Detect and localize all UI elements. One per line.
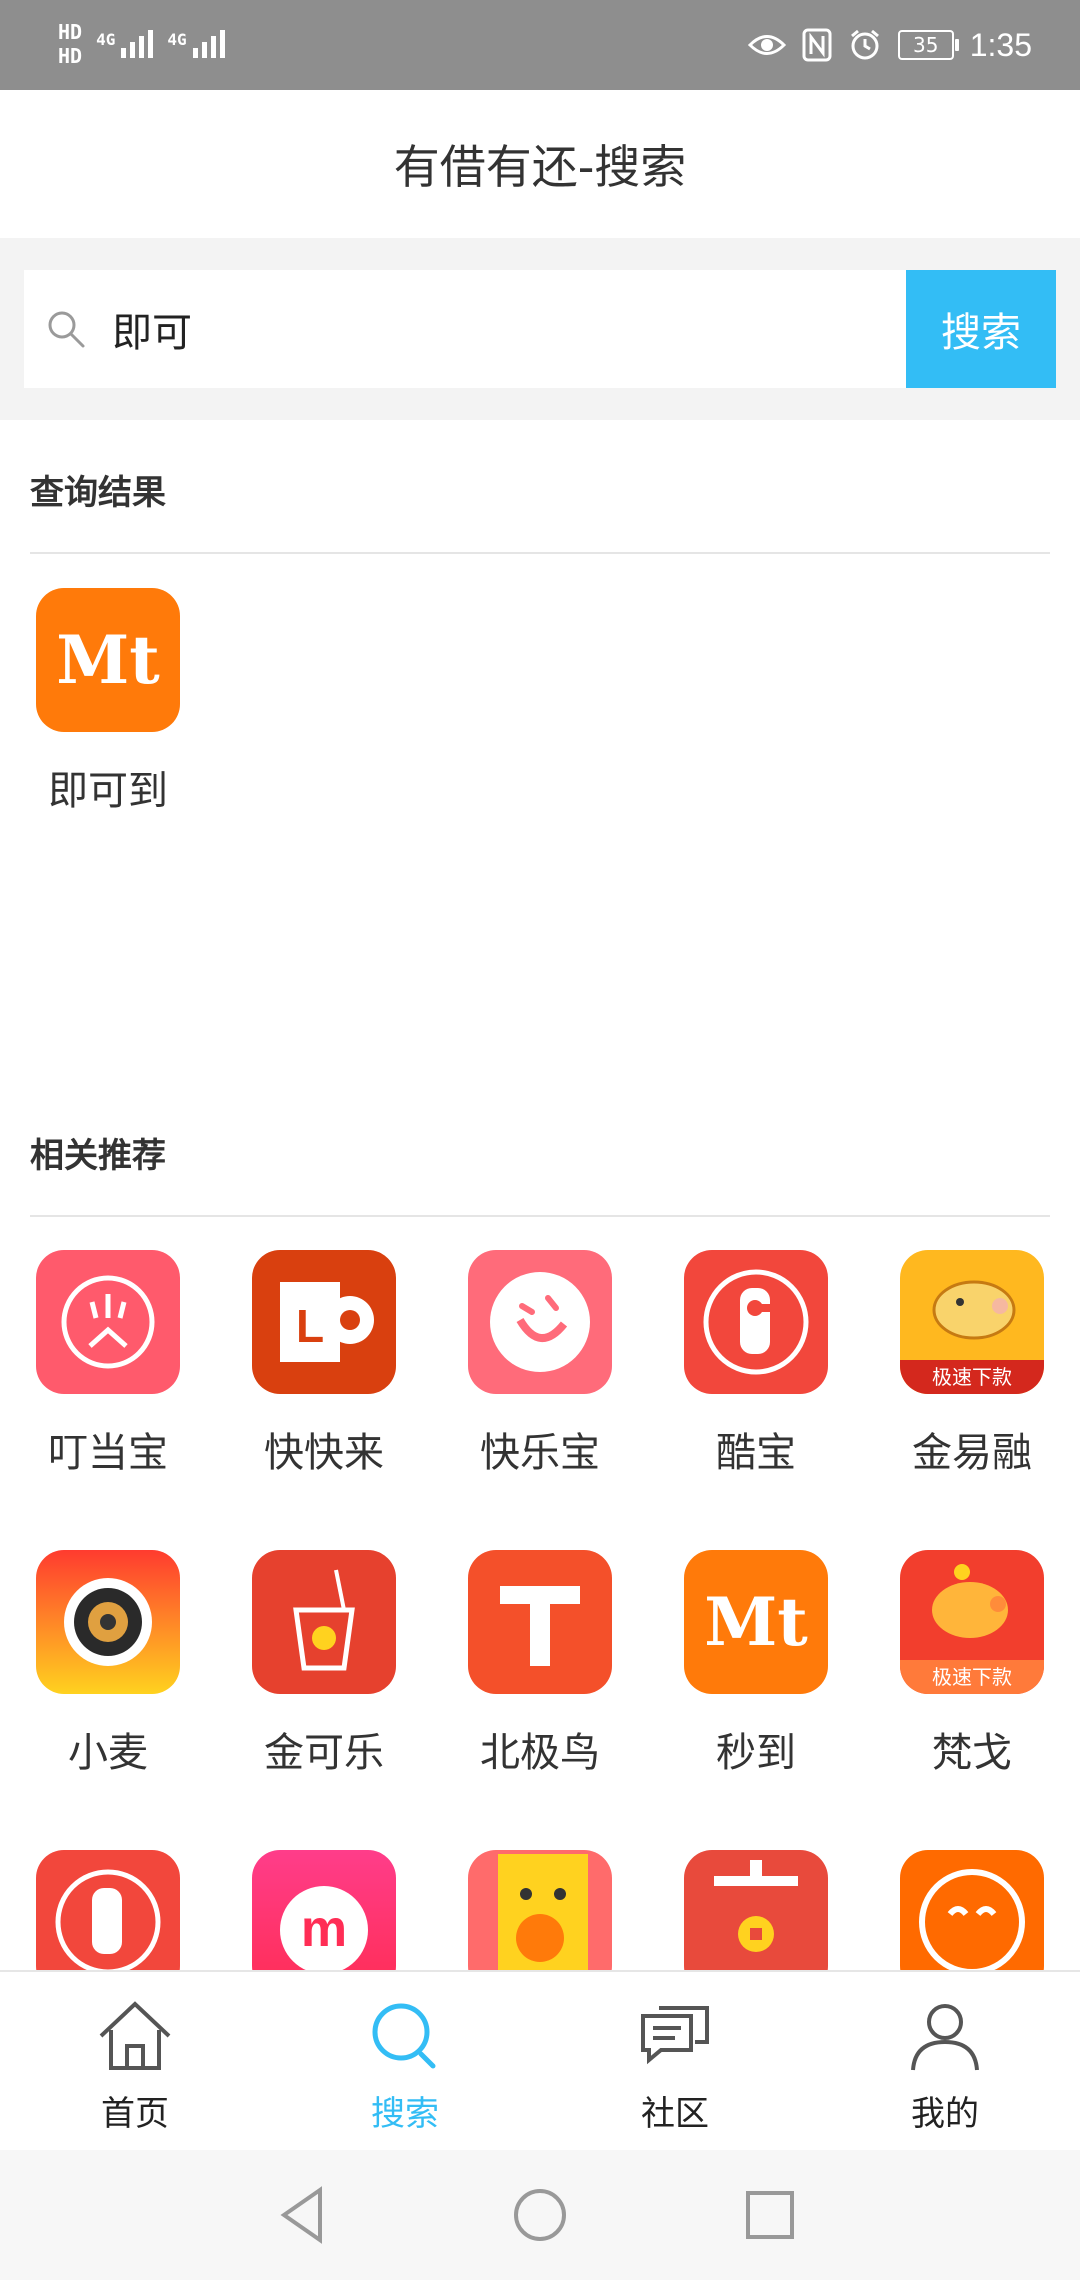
tab-label: 社区 bbox=[641, 2094, 709, 2134]
search-icon bbox=[48, 311, 85, 348]
tab-label: 搜索 bbox=[371, 2094, 439, 2134]
eye-icon bbox=[747, 35, 786, 55]
app-label: 梵戈 bbox=[932, 1730, 1012, 1776]
hd-indicator: HD HD bbox=[58, 20, 82, 68]
home-icon bbox=[99, 2001, 171, 2070]
alarm-icon bbox=[850, 29, 879, 60]
app-xiaomai[interactable]: 小麦 bbox=[18, 1550, 198, 1778]
t-logo-icon bbox=[468, 1550, 612, 1694]
recents-icon[interactable] bbox=[735, 2180, 805, 2250]
pig-icon: 极速下款 bbox=[900, 1250, 1044, 1394]
app-jinyirong[interactable]: 极速下款 金易融 bbox=[882, 1250, 1062, 1478]
results-divider bbox=[30, 552, 1050, 554]
recommend-title: 相关推荐 bbox=[30, 1136, 166, 1176]
tab-bar: 首页 搜索 社区 我的 bbox=[0, 1970, 1080, 2152]
battery-icon: 35 bbox=[897, 30, 959, 60]
app-label: 金易融 bbox=[912, 1430, 1032, 1476]
tab-community[interactable]: 社区 bbox=[540, 1972, 810, 2152]
app-label: 金可乐 bbox=[264, 1730, 384, 1776]
cola-cup-icon bbox=[252, 1550, 396, 1694]
search-button[interactable]: 搜索 bbox=[906, 270, 1056, 388]
app-dingdangbao[interactable]: 叮当宝 bbox=[18, 1250, 198, 1478]
home-nav-icon[interactable] bbox=[505, 2180, 575, 2250]
svg-text:L: L bbox=[296, 1300, 324, 1352]
app-beijiniao[interactable]: 北极鸟 bbox=[450, 1550, 630, 1778]
app-badge: 极速下款 bbox=[900, 1660, 1044, 1694]
signal-icon: 4G bbox=[96, 30, 154, 58]
kubao-icon bbox=[684, 1250, 828, 1394]
app-badge: 极速下款 bbox=[900, 1360, 1044, 1394]
app-label: 快乐宝 bbox=[480, 1430, 600, 1476]
app-fange[interactable]: 极速下款 梵戈 bbox=[882, 1550, 1062, 1778]
app-label: 小麦 bbox=[68, 1730, 148, 1776]
mt-logo-icon: Mt bbox=[684, 1550, 828, 1694]
tab-label: 我的 bbox=[911, 2094, 979, 2134]
back-icon[interactable] bbox=[268, 2180, 338, 2250]
result-app-jikedao[interactable]: Mt 即可到 bbox=[18, 588, 198, 816]
search-box[interactable] bbox=[24, 270, 906, 388]
app-label: 叮当宝 bbox=[48, 1430, 168, 1476]
page-title: 有借有还-搜索 bbox=[393, 140, 687, 194]
app-label: 快快来 bbox=[264, 1430, 384, 1476]
hd-top: HD bbox=[58, 20, 83, 44]
tab-mine[interactable]: 我的 bbox=[810, 1972, 1080, 2152]
tab-search[interactable]: 搜索 bbox=[270, 1972, 540, 2152]
svg-text:m: m bbox=[301, 1900, 347, 1958]
chat-icon bbox=[641, 2006, 709, 2065]
app-label: 北极鸟 bbox=[480, 1730, 600, 1776]
signal-label: 4G bbox=[96, 30, 116, 49]
recommend-divider bbox=[30, 1215, 1050, 1217]
signal-icon-2: 4G bbox=[167, 30, 225, 58]
app-label: 秒到 bbox=[716, 1730, 796, 1776]
dingdangbao-icon bbox=[36, 1250, 180, 1394]
piggy-bank-icon: 极速下款 bbox=[900, 1550, 1044, 1694]
app-kuailebao[interactable]: 快乐宝 bbox=[450, 1250, 630, 1478]
svg-text:Mt: Mt bbox=[704, 1583, 808, 1661]
hd-bottom: HD bbox=[58, 44, 83, 68]
app-miaodao[interactable]: Mt 秒到 bbox=[666, 1550, 846, 1778]
kuaikuailai-icon: L bbox=[252, 1250, 396, 1394]
nfc-icon bbox=[802, 28, 832, 62]
app-kubao[interactable]: 酷宝 bbox=[666, 1250, 846, 1478]
search-bar: 搜索 bbox=[0, 238, 1080, 420]
app-label: 即可到 bbox=[48, 768, 168, 814]
camera-lens-icon bbox=[36, 1550, 180, 1694]
system-nav-bar bbox=[0, 2150, 1080, 2280]
tab-label: 首页 bbox=[101, 2094, 169, 2134]
search-input[interactable] bbox=[110, 305, 874, 353]
app-kuaikuailai[interactable]: L 快快来 bbox=[234, 1250, 414, 1478]
search-icon bbox=[372, 2003, 436, 2069]
app-label: 酷宝 bbox=[716, 1430, 796, 1476]
status-bar: HD HD 4G 4G 35 1:35 bbox=[0, 0, 1080, 90]
signal-label-2: 4G bbox=[167, 30, 187, 49]
svg-text:Mt: Mt bbox=[56, 621, 160, 699]
kuailebao-icon bbox=[468, 1250, 612, 1394]
header: 有借有还-搜索 bbox=[0, 90, 1080, 238]
tab-home[interactable]: 首页 bbox=[0, 1972, 270, 2152]
battery-level: 35 bbox=[912, 33, 939, 57]
mt-logo-icon: Mt bbox=[36, 588, 180, 732]
user-icon bbox=[911, 2004, 979, 2071]
app-jinkele[interactable]: 金可乐 bbox=[234, 1550, 414, 1778]
clock: 1:35 bbox=[969, 26, 1032, 63]
results-title: 查询结果 bbox=[30, 473, 166, 513]
